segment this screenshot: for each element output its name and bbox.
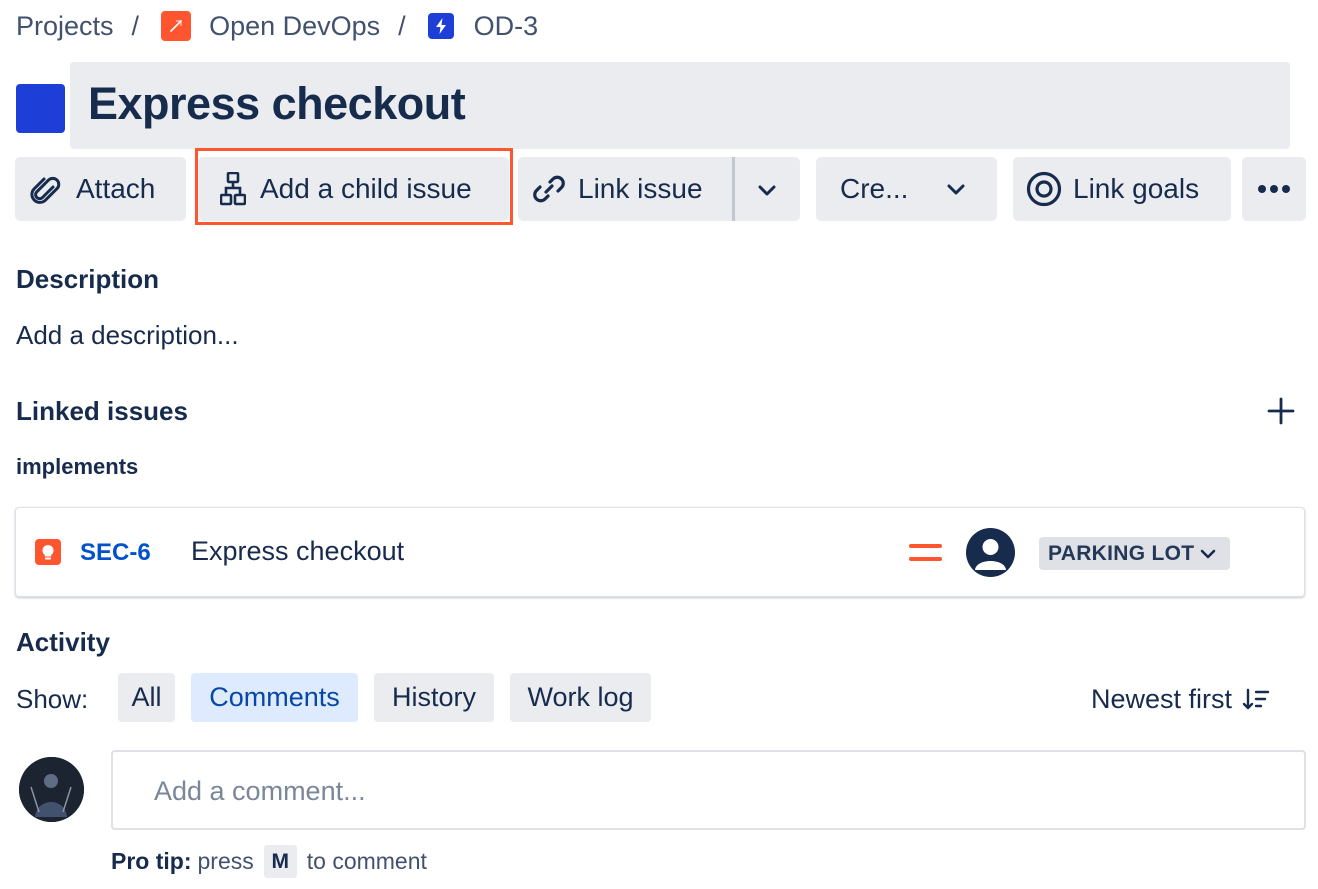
sort-label: Newest first [1091, 684, 1233, 714]
paperclip-icon [28, 171, 64, 207]
link-goals-label: Link goals [1073, 173, 1200, 204]
more-actions-button[interactable] [1242, 157, 1306, 221]
user-avatar-icon[interactable] [966, 528, 1015, 577]
highlight-outline [195, 148, 513, 225]
sort-button[interactable]: Newest first [1091, 684, 1270, 715]
chevron-down-icon [1201, 549, 1216, 558]
link-issue-label: Link issue [578, 173, 703, 204]
link-icon [530, 170, 568, 208]
linked-issue-row[interactable]: SEC-6 Express checkout PARKING LOT [15, 507, 1305, 597]
filter-history[interactable]: History [374, 673, 494, 722]
pro-tip: Pro tip: press M to comment [111, 845, 427, 878]
show-label: Show: [16, 684, 89, 714]
comment-input[interactable]: Add a comment... [111, 750, 1306, 830]
link-relation-label: implements [16, 454, 139, 479]
breadcrumb-separator: / [398, 10, 406, 41]
status-dropdown[interactable]: PARKING LOT [1039, 537, 1231, 570]
pro-tip-press: press [197, 848, 254, 874]
attach-button[interactable]: Attach [15, 157, 186, 221]
more-icon [1256, 184, 1292, 194]
pro-tip-label: Pro tip: [111, 848, 192, 874]
keyboard-shortcut-key: M [263, 845, 297, 878]
issue-title: Express checkout [88, 78, 466, 129]
linked-issue-key[interactable]: SEC-6 [80, 539, 151, 567]
button-divider [732, 157, 735, 221]
breadcrumb-separator: / [131, 10, 140, 41]
description-field[interactable]: Add a description... [16, 320, 239, 351]
comment-placeholder: Add a comment... [154, 776, 366, 806]
attach-label: Attach [76, 173, 156, 204]
current-user-avatar [19, 757, 84, 822]
chevron-down-icon[interactable] [756, 179, 778, 206]
breadcrumb-projects[interactable]: Projects [16, 11, 114, 42]
priority-medium-icon [909, 542, 942, 564]
link-goals-button[interactable]: Link goals [1013, 157, 1231, 221]
create-dropdown-button[interactable]: Cre... [816, 157, 997, 221]
issue-title-field[interactable]: Express checkout [70, 62, 1290, 149]
description-heading: Description [16, 264, 160, 294]
epic-color-icon [16, 84, 65, 133]
activity-heading: Activity [16, 627, 110, 657]
breadcrumb-issue-key[interactable]: OD-3 [474, 11, 539, 42]
lightbulb-icon [35, 539, 61, 565]
sort-icon [1242, 687, 1270, 713]
target-icon [1025, 170, 1063, 208]
issue-title-row: Express checkout [16, 62, 1290, 149]
linked-issue-summary[interactable]: Express checkout [191, 536, 404, 567]
filter-all[interactable]: All [118, 673, 175, 722]
lightning-icon [427, 13, 454, 39]
breadcrumb: Projects / Open DevOps / OD-3 [16, 8, 538, 44]
create-label: Cre... [840, 173, 909, 204]
project-icon [161, 11, 192, 41]
filter-work-log[interactable]: Work log [510, 673, 651, 722]
breadcrumb-project-name[interactable]: Open DevOps [209, 11, 380, 42]
pro-tip-suffix: to comment [306, 848, 427, 874]
plus-icon[interactable] [1267, 397, 1295, 430]
status-label: PARKING LOT [1048, 541, 1195, 565]
linked-issues-heading: Linked issues [16, 396, 188, 426]
chevron-down-icon [945, 178, 967, 200]
filter-comments[interactable]: Comments [191, 673, 358, 722]
